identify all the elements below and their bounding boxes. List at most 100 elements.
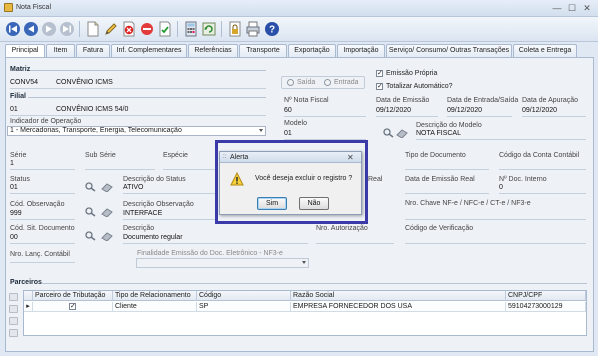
- indicador-value: 1 - Mercadorias, Transporte, Energia, Te…: [10, 127, 182, 134]
- data-apuracao-label: Data de Apuração: [522, 97, 579, 104]
- tab-fatura[interactable]: Fatura: [76, 44, 110, 57]
- subserie-label: Sub Série: [85, 152, 116, 159]
- search-icon[interactable]: [85, 207, 97, 217]
- table-cell[interactable]: 59104273000129: [506, 302, 586, 312]
- nf-label: Nº Nota Fiscal: [284, 97, 329, 104]
- indicador-label: Indicador de Operação: [10, 118, 82, 125]
- tab-item[interactable]: Item: [46, 44, 75, 57]
- column-header[interactable]: CNPJ/CPF: [506, 291, 586, 301]
- tab-transporte[interactable]: Transporte: [239, 44, 287, 57]
- eraser-icon[interactable]: [101, 207, 113, 217]
- table-cell[interactable]: SP: [197, 302, 291, 312]
- data-entrada-value[interactable]: 09/12/2020: [447, 107, 482, 114]
- saida-radio[interactable]: [287, 79, 294, 86]
- chevron-down-icon: [302, 261, 306, 264]
- add-row-icon[interactable]: [9, 293, 18, 301]
- warning-icon: [230, 172, 244, 186]
- next-record-icon[interactable]: [40, 20, 58, 38]
- minimize-button[interactable]: —: [551, 4, 563, 13]
- tab-principal[interactable]: Principal: [5, 44, 45, 58]
- entrada-radio[interactable]: [324, 79, 331, 86]
- nro-doc-interno-label: Nº Doc. Interno: [499, 176, 547, 183]
- dialog-close-button[interactable]: ✕: [347, 153, 354, 162]
- last-record-icon[interactable]: [58, 20, 76, 38]
- filial-name: CONVÊNIO ICMS 54/0: [56, 106, 129, 113]
- yes-button[interactable]: Sim: [257, 197, 287, 210]
- emissao-propria-checkbox[interactable]: ✓: [376, 70, 383, 77]
- table-cell[interactable]: ✓: [33, 302, 113, 312]
- new-document-icon[interactable]: [84, 20, 102, 38]
- maximize-button[interactable]: ☐: [566, 4, 578, 13]
- first-record-icon[interactable]: [4, 20, 22, 38]
- data-emissao-label: Data de Emissão: [376, 97, 430, 104]
- print-icon[interactable]: [244, 20, 262, 38]
- field-underline: [376, 116, 438, 117]
- cod-conta-label: Código da Conta Contábil: [499, 152, 580, 159]
- table-cell[interactable]: Cliente: [113, 302, 197, 312]
- dialog-title-bar: :: Alerta ✕: [220, 152, 361, 163]
- desc-modelo-value: NOTA FISCAL: [416, 130, 461, 137]
- previous-record-icon[interactable]: [22, 20, 40, 38]
- tab-exportacao[interactable]: Exportação: [288, 44, 336, 57]
- data-emissao-real-label: Data de Emissão Real: [405, 176, 475, 183]
- divider: [30, 70, 266, 71]
- no-button[interactable]: Não: [299, 197, 329, 210]
- column-header[interactable]: Código: [197, 291, 291, 301]
- row-header-corner: [24, 291, 33, 301]
- data-entrada-label: Data de Entrada/Saída: [447, 97, 519, 104]
- column-header[interactable]: Tipo de Relacionamento: [113, 291, 197, 301]
- tab-referencias[interactable]: Referências: [188, 44, 238, 57]
- tab-bar: Principal Item Fatura Inf. Complementare…: [5, 44, 595, 58]
- search-icon[interactable]: [85, 231, 97, 241]
- tab-servico-consumo[interactable]: Serviço/ Consumo/ Outras Transações: [386, 44, 512, 57]
- finalidade-select[interactable]: [136, 258, 309, 268]
- edit-icon[interactable]: [102, 20, 120, 38]
- chevron-down-icon: [259, 129, 263, 132]
- field-underline: [10, 193, 75, 194]
- data-apuracao-value[interactable]: 09/12/2020: [522, 107, 557, 114]
- emissao-propria-label: Emissão Própria: [386, 70, 438, 77]
- cancel-icon[interactable]: [138, 20, 156, 38]
- eraser-icon[interactable]: [101, 182, 113, 192]
- filial-code: 01: [10, 106, 18, 113]
- remove-row-icon[interactable]: [9, 317, 18, 325]
- data-emissao-value[interactable]: 09/12/2020: [376, 107, 411, 114]
- column-header[interactable]: Parceiro de Tributação: [33, 291, 113, 301]
- modelo-label: Modelo: [284, 120, 307, 127]
- calculator-icon[interactable]: [182, 20, 200, 38]
- desc-obs-value: INTERFACE: [123, 210, 163, 217]
- help-icon[interactable]: ?: [263, 20, 281, 38]
- cod-obs-label: Cód. Observação: [10, 201, 65, 208]
- field-underline: [284, 116, 366, 117]
- table-cell[interactable]: EMPRESA FORNECEDOR DOS USA: [291, 302, 506, 312]
- lock-icon[interactable]: [226, 20, 244, 38]
- parceiro-tributacao-checkbox[interactable]: ✓: [69, 303, 76, 310]
- tab-coleta-entrega[interactable]: Coleta e Entrega: [513, 44, 577, 57]
- indicador-select[interactable]: 1 - Mercadorias, Transporte, Energia, Te…: [7, 126, 266, 136]
- refresh-row-icon[interactable]: [9, 329, 18, 337]
- edit-row-icon[interactable]: [9, 305, 18, 313]
- field-underline: [405, 219, 586, 220]
- search-icon[interactable]: [383, 128, 395, 138]
- eraser-icon[interactable]: [396, 128, 408, 138]
- column-header[interactable]: Razão Social: [291, 291, 506, 301]
- svg-text:?: ?: [269, 25, 275, 36]
- cod-sit-value: 00: [10, 234, 18, 241]
- status-label: Status: [10, 176, 30, 183]
- field-underline: [10, 219, 75, 220]
- desc-sit-value: Documento regular: [123, 234, 183, 241]
- parceiros-header: Parceiros: [10, 279, 42, 286]
- eraser-icon[interactable]: [101, 231, 113, 241]
- divider: [28, 97, 266, 98]
- search-icon[interactable]: [85, 182, 97, 192]
- tab-inf-complementares[interactable]: Inf. Complementares: [111, 44, 187, 57]
- reload-icon[interactable]: [200, 20, 218, 38]
- save-icon[interactable]: [156, 20, 174, 38]
- close-window-button[interactable]: ✕: [581, 4, 593, 13]
- filial-header: Filial: [10, 93, 26, 100]
- tab-importacao[interactable]: Importação: [337, 44, 385, 57]
- field-underline: [499, 169, 586, 170]
- desc-sit-label: Descrição: [123, 225, 155, 232]
- delete-icon[interactable]: [120, 20, 138, 38]
- totalizar-checkbox[interactable]: ✓: [376, 83, 383, 90]
